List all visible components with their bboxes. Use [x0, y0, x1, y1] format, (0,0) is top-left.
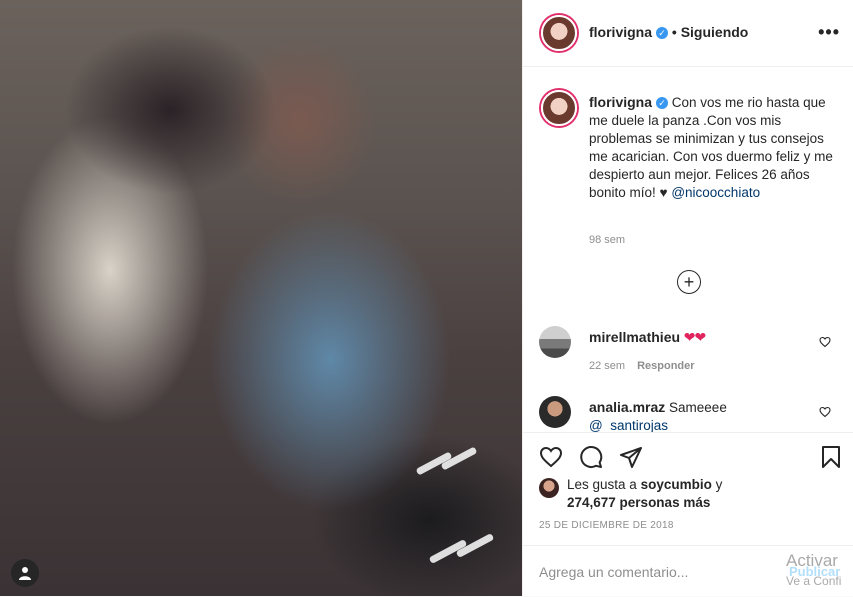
author-avatar[interactable]: [541, 15, 577, 51]
load-more-comments-button[interactable]: +: [677, 270, 701, 294]
like-comment-heart-icon[interactable]: [819, 406, 831, 418]
comment-body: mirellmathieu ❤❤: [589, 328, 819, 347]
post-details-panel: florivigna ✓ • Siguiendo ••• florivigna ✓ …: [522, 0, 853, 596]
save-bookmark-icon[interactable]: [819, 445, 843, 469]
comment-meta: 22 sem Responder: [589, 360, 695, 372]
post-header: florivigna ✓ • Siguiendo •••: [523, 0, 853, 67]
likes-count-link[interactable]: 274,677 personas más: [567, 495, 710, 510]
likes-prefix: Les gusta a: [567, 477, 641, 492]
liker-avatar[interactable]: [539, 478, 559, 498]
liker-username[interactable]: soycumbio: [641, 477, 712, 492]
caption-timestamp[interactable]: 98 sem: [589, 234, 625, 246]
comment-body: analia.mraz Sameeee @_santirojas: [589, 398, 819, 435]
commenter-avatar[interactable]: [539, 326, 571, 358]
plus-icon: +: [683, 272, 695, 292]
comment-bubble-icon[interactable]: [579, 445, 603, 469]
post-photo[interactable]: [0, 0, 522, 596]
commenter-avatar[interactable]: [539, 396, 571, 428]
tagged-users-button[interactable]: [11, 559, 39, 587]
likes-text: Les gusta a soycumbio y 274,677 personas…: [567, 476, 767, 512]
post-action-bar: [523, 432, 853, 481]
share-paper-plane-icon[interactable]: [619, 445, 643, 469]
more-options-icon[interactable]: •••: [818, 22, 840, 43]
verified-badge-icon: ✓: [656, 97, 669, 110]
caption-author-avatar[interactable]: [541, 90, 577, 126]
likes-connector: y: [711, 477, 723, 492]
author-row: florivigna ✓ • Siguiendo: [589, 24, 748, 40]
comment-mention-link[interactable]: @_santirojas: [589, 418, 668, 433]
post-date[interactable]: 25 DE DICIEMBRE DE 2018: [539, 520, 674, 531]
caption-username[interactable]: florivigna: [589, 94, 652, 110]
verified-badge-icon: ✓: [656, 27, 669, 40]
comment-timestamp[interactable]: 22 sem: [589, 360, 625, 372]
windows-activation-subtext: Ve a Confi: [786, 574, 842, 588]
follow-status[interactable]: • Siguiendo: [672, 24, 748, 40]
comment-input[interactable]: Agrega un comentario...: [539, 564, 688, 580]
caption-text-block: florivigna ✓ Con vos me rio hasta que me …: [589, 93, 839, 202]
commenter-username[interactable]: analia.mraz: [589, 399, 665, 415]
author-username[interactable]: florivigna: [589, 24, 652, 40]
caption-mention-link[interactable]: @nicoocchiato: [671, 185, 760, 200]
comment-text: ❤❤: [683, 329, 706, 345]
reply-button[interactable]: Responder: [637, 360, 694, 372]
comment-text: Sameeee: [669, 400, 727, 415]
windows-activation-watermark: Activar: [786, 551, 838, 570]
like-heart-icon[interactable]: [539, 445, 563, 469]
like-comment-heart-icon[interactable]: [819, 336, 831, 348]
user-icon: [19, 567, 31, 580]
commenter-username[interactable]: mirellmathieu: [589, 329, 680, 345]
